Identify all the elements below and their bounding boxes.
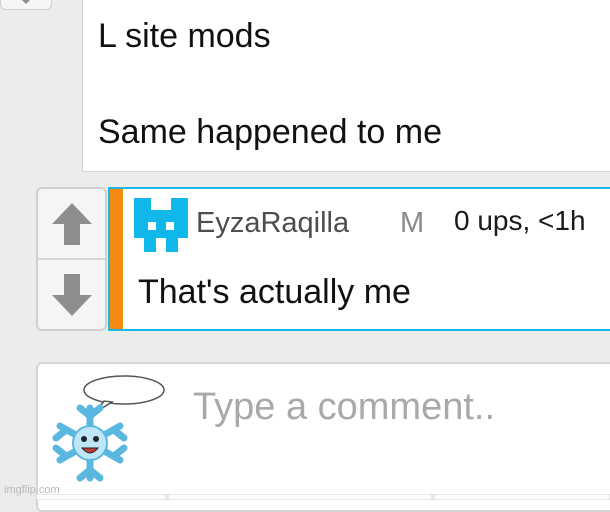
arrow-down-icon <box>51 274 92 316</box>
arrow-up-icon <box>51 202 92 245</box>
vote-box <box>36 187 107 331</box>
comment-placeholder: Type a comment.. <box>193 386 496 428</box>
reply-card: EyzaRaqilla M 0 ups, <1h That's actually… <box>108 187 610 331</box>
comment-text-line: Same happened to me <box>98 113 443 151</box>
downvote-button[interactable] <box>38 260 105 330</box>
comment-meta: 0 ups, <1h <box>454 205 586 236</box>
arrow-down-icon <box>22 0 30 4</box>
avatar[interactable] <box>134 198 188 252</box>
username-link[interactable]: EyzaRaqilla <box>196 207 349 240</box>
mod-badge: M <box>400 207 425 239</box>
watermark: imgflip.com <box>4 484 60 496</box>
new-comment-accent <box>110 189 123 329</box>
comment-card: L site mods Same happened to me <box>82 0 610 172</box>
snowflake-mascot-icon <box>42 368 172 493</box>
comment-input[interactable]: Type a comment.. <box>36 362 610 512</box>
downvote-button[interactable] <box>0 0 52 10</box>
upvote-button[interactable] <box>38 189 105 258</box>
comment-text-line: L site mods <box>98 17 271 55</box>
comment-text: That's actually me <box>138 273 411 311</box>
bottom-strip <box>35 494 610 500</box>
